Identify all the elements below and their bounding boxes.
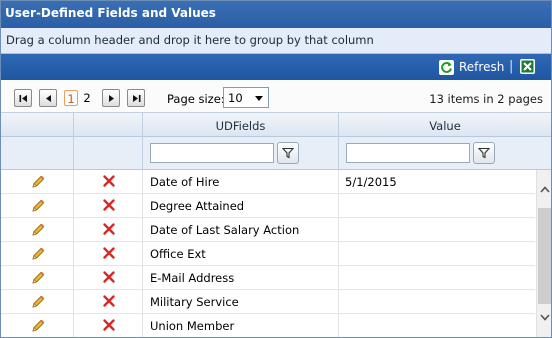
udfield-name: E-Mail Address xyxy=(143,266,339,290)
items-count: 13 items in 2 pages xyxy=(429,92,543,106)
table-row: Date of Last Salary Action xyxy=(1,218,535,242)
next-page-button[interactable] xyxy=(102,89,120,107)
delete-cell xyxy=(74,242,143,266)
prev-page-button[interactable] xyxy=(39,89,57,107)
excel-export-icon[interactable] xyxy=(520,59,535,74)
pencil-icon[interactable] xyxy=(30,222,46,238)
first-page-icon xyxy=(19,94,27,102)
delete-column-header xyxy=(74,113,143,137)
table-row: Office Ext xyxy=(1,242,535,266)
delete-icon[interactable] xyxy=(102,294,116,308)
filter-icon xyxy=(282,147,294,159)
value-filter-button[interactable] xyxy=(473,142,495,164)
pager: 1 2 Page size: 10 13 items in 2 pages xyxy=(1,80,551,113)
delete-cell xyxy=(74,170,143,194)
edit-cell xyxy=(1,218,74,242)
grid-toolbar: Refresh | xyxy=(1,54,551,80)
prev-page-icon xyxy=(45,94,51,102)
table-row: E-Mail Address xyxy=(1,266,535,290)
edit-cell xyxy=(1,170,74,194)
group-by-hint: Drag a column header and drop it here to… xyxy=(6,33,374,47)
delete-icon[interactable] xyxy=(102,222,116,236)
delete-cell xyxy=(74,290,143,314)
last-page-icon xyxy=(132,94,140,102)
udfield-value xyxy=(339,290,535,314)
scroll-up-button[interactable] xyxy=(537,182,551,196)
refresh-icon xyxy=(439,59,454,75)
udfield-name: Office Ext xyxy=(143,242,339,266)
pencil-icon[interactable] xyxy=(30,318,46,334)
edit-column-header xyxy=(1,113,74,137)
pencil-icon[interactable] xyxy=(30,174,46,190)
grid-header: UDFields Value xyxy=(1,113,551,137)
table-row: Degree Attained xyxy=(1,194,535,218)
pencil-icon[interactable] xyxy=(30,270,46,286)
delete-icon[interactable] xyxy=(102,318,116,332)
pencil-icon[interactable] xyxy=(30,294,46,310)
vertical-scrollbar[interactable] xyxy=(536,170,551,337)
udfields-filter-input[interactable] xyxy=(150,143,274,163)
delete-filter-cell xyxy=(74,137,143,170)
delete-icon[interactable] xyxy=(102,174,116,188)
value-filter-input[interactable] xyxy=(346,143,470,163)
last-page-button[interactable] xyxy=(127,89,145,107)
udfield-value xyxy=(339,314,535,337)
table-row: Military Service xyxy=(1,290,535,314)
delete-icon[interactable] xyxy=(102,198,116,212)
udfield-name: Date of Hire xyxy=(143,170,339,194)
delete-cell xyxy=(74,314,143,337)
filter-row xyxy=(1,137,551,170)
pencil-icon[interactable] xyxy=(30,198,46,214)
next-page-icon xyxy=(108,94,114,102)
value-column-header[interactable]: Value xyxy=(339,113,551,137)
udfields-column-header[interactable]: UDFields xyxy=(143,113,339,137)
edit-cell xyxy=(1,242,74,266)
value-filter-cell xyxy=(339,137,551,170)
delete-icon[interactable] xyxy=(102,246,116,260)
delete-cell xyxy=(74,194,143,218)
delete-cell xyxy=(74,266,143,290)
page-link-2[interactable]: 2 xyxy=(82,90,92,106)
chevron-up-icon xyxy=(540,185,550,193)
edit-cell xyxy=(1,314,74,337)
edit-filter-cell xyxy=(1,137,74,170)
table-row: Date of Hire 5/1/2015 xyxy=(1,170,535,194)
udfield-value: 5/1/2015 xyxy=(345,175,397,189)
udfield-value xyxy=(339,194,535,218)
udfields-filter-button[interactable] xyxy=(277,142,299,164)
toolbar-separator: | xyxy=(509,59,514,74)
refresh-label: Refresh xyxy=(459,60,505,74)
table-row: Union Member xyxy=(1,314,535,337)
udf-panel: User-Defined Fields and Values Drag a co… xyxy=(0,0,552,338)
edit-cell xyxy=(1,290,74,314)
udfield-value xyxy=(339,218,535,242)
grid-body: Date of Hire 5/1/2015 Degree Attained Da… xyxy=(1,170,535,337)
dropdown-arrow-icon xyxy=(255,96,263,101)
page-link-1[interactable]: 1 xyxy=(64,90,78,106)
scroll-thumb[interactable] xyxy=(538,208,551,304)
first-page-button[interactable] xyxy=(14,89,32,107)
udfield-name: Degree Attained xyxy=(143,194,339,218)
udfield-name: Date of Last Salary Action xyxy=(143,218,339,242)
delete-cell xyxy=(74,218,143,242)
udfield-name: Military Service xyxy=(143,290,339,314)
chevron-down-icon xyxy=(540,313,550,321)
filter-icon xyxy=(478,147,490,159)
page-size-value: 10 xyxy=(228,91,243,105)
udfields-filter-cell xyxy=(143,137,339,170)
page-size-select[interactable]: 10 xyxy=(223,87,269,108)
udfield-value xyxy=(339,242,535,266)
scroll-down-button[interactable] xyxy=(537,310,551,324)
udfield-name: Union Member xyxy=(143,314,339,337)
udfield-value xyxy=(339,266,535,290)
refresh-button[interactable]: Refresh xyxy=(439,58,504,76)
panel-title: User-Defined Fields and Values xyxy=(1,1,551,28)
group-by-drop-zone[interactable]: Drag a column header and drop it here to… xyxy=(1,28,551,54)
edit-cell xyxy=(1,266,74,290)
delete-icon[interactable] xyxy=(102,270,116,284)
edit-cell xyxy=(1,194,74,218)
pencil-icon[interactable] xyxy=(30,246,46,262)
page-size-label: Page size: xyxy=(167,92,225,106)
